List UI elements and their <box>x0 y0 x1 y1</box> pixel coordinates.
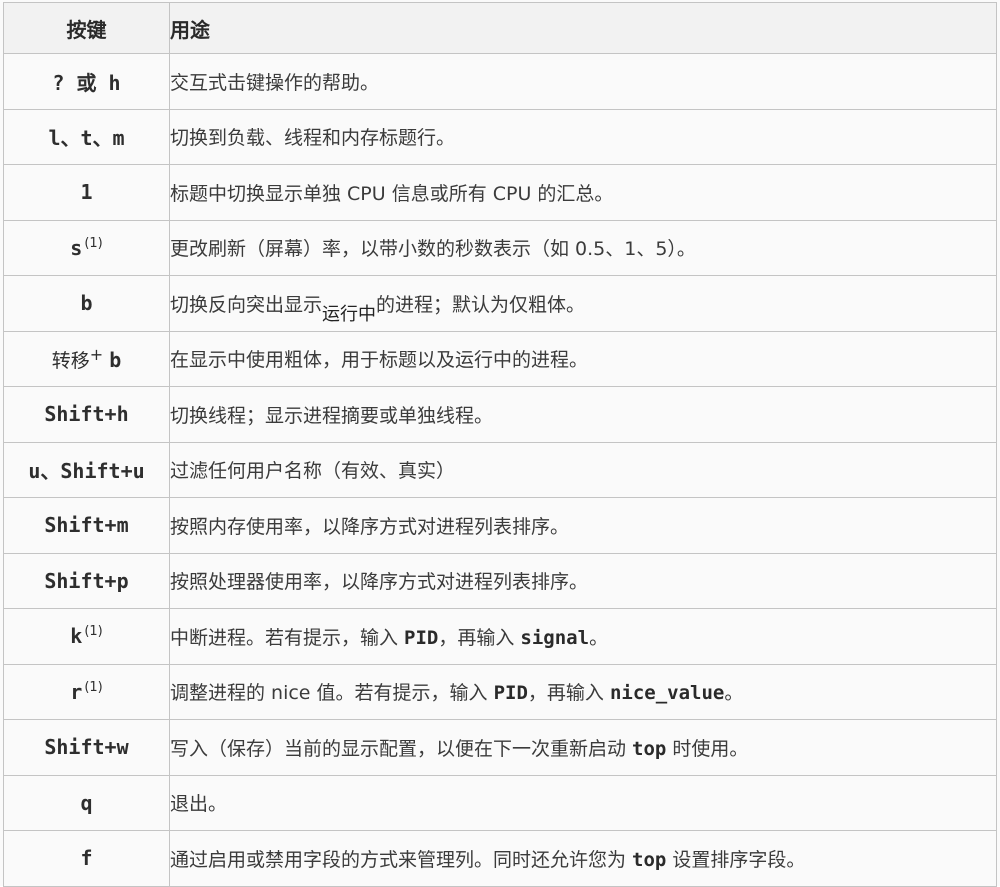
usage-cell: 更改刷新（屏幕）率，以带小数的秒数表示（如 0.5、1、5）。 <box>169 219 997 276</box>
usage-cell: 标题中切换显示单独 CPU 信息或所有 CPU 的汇总。 <box>169 164 997 221</box>
code-nice-value: nice_value <box>609 682 725 705</box>
key-text: u、Shift+u <box>28 459 145 484</box>
code-pid: PID <box>404 626 439 649</box>
key-text: Shift+m <box>44 513 129 538</box>
key-prefix: 转移 <box>51 349 90 372</box>
usage-cell: 切换到负载、线程和内存标题行。 <box>169 108 997 165</box>
table-row: Shift+p 按照处理器使用率，以降序方式对进程列表排序。 <box>3 552 997 609</box>
code-top: top <box>632 737 667 760</box>
usage-cell: 切换线程；显示进程摘要或单独线程。 <box>169 386 997 443</box>
key-cell: b <box>3 275 170 332</box>
table-row: ? 或 h 交互式击键操作的帮助。 <box>3 53 997 110</box>
usage-text: 。 <box>724 682 744 705</box>
header-key: 按键 <box>3 2 170 54</box>
key-text: q <box>80 790 93 815</box>
key-text: b <box>80 291 93 316</box>
key-cell: f <box>3 830 170 887</box>
key-text: r <box>70 679 83 704</box>
usage-cell: 切换反向突出显示运行中的进程；默认为仅粗体。 <box>169 275 997 332</box>
usage-cell: 写入（保存）当前的显示配置，以便在下一次重新启动 top 时使用。 <box>169 719 997 776</box>
usage-text: 调整进程的 nice 值。若有提示，输入 <box>170 682 494 705</box>
key-plus: + <box>89 344 104 364</box>
table-row: Shift+m 按照内存使用率，以降序方式对进程列表排序。 <box>3 497 997 554</box>
usage-text: 。 <box>589 626 609 649</box>
usage-text: ，再输入 <box>527 682 610 705</box>
usage-text: 写入（保存）当前的显示配置，以便在下一次重新启动 <box>170 737 633 760</box>
usage-text: 通过启用或禁用字段的方式来管理列。同时还允许您为 <box>170 848 633 871</box>
table-row: 转移+ b 在显示中使用粗体，用于标题以及运行中的进程。 <box>3 330 997 387</box>
key-cell: 1 <box>3 164 170 221</box>
usage-text: ，再输入 <box>438 626 521 649</box>
header-usage: 用途 <box>169 2 997 54</box>
key-cell: l、t、m <box>3 108 170 165</box>
table-row: r (1) 调整进程的 nice 值。若有提示，输入 PID，再输入 nice_v… <box>3 663 997 720</box>
usage-cell: 过滤任何用户名称（有效、真实） <box>169 441 997 498</box>
key-text: 1 <box>80 180 93 205</box>
usage-cell: 在显示中使用粗体，用于标题以及运行中的进程。 <box>169 330 997 387</box>
key-text: l、t、m <box>48 126 125 151</box>
key-cell: Shift+h <box>3 386 170 443</box>
usage-text: 中断进程。若有提示，输入 <box>170 626 405 649</box>
table-row: Shift+w 写入（保存）当前的显示配置，以便在下一次重新启动 top 时使用… <box>3 719 997 776</box>
key-cell: u、Shift+u <box>3 441 170 498</box>
table-header-row: 按键 用途 <box>3 2 997 54</box>
usage-cell: 调整进程的 nice 值。若有提示，输入 PID，再输入 nice_value。 <box>169 663 997 720</box>
usage-cell: 交互式击键操作的帮助。 <box>169 53 997 110</box>
footnote-marker: (1) <box>84 624 103 640</box>
usage-text: 设置排序字段。 <box>666 848 806 871</box>
footnote-marker: (1) <box>84 679 103 695</box>
key-cell: Shift+m <box>3 497 170 554</box>
usage-text: 切换反向突出显示 <box>170 293 323 316</box>
key-text: Shift+h <box>44 402 129 427</box>
usage-cell: 中断进程。若有提示，输入 PID，再输入 signal。 <box>169 608 997 665</box>
key-text: ? 或 h <box>52 70 121 95</box>
usage-cell: 按照处理器使用率，以降序方式对进程列表排序。 <box>169 552 997 609</box>
code-top: top <box>632 848 667 871</box>
key-cell: r (1) <box>3 663 170 720</box>
usage-cell: 退出。 <box>169 774 997 831</box>
table-row: s (1) 更改刷新（屏幕）率，以带小数的秒数表示（如 0.5、1、5）。 <box>3 219 997 276</box>
key-cell: q <box>3 774 170 831</box>
page: 按键 用途 ? 或 h 交互式击键操作的帮助。 l、t、m 切换到负载、线程和内… <box>0 0 1000 887</box>
keys-table: 按键 用途 ? 或 h 交互式击键操作的帮助。 l、t、m 切换到负载、线程和内… <box>3 2 997 887</box>
table-row: Shift+h 切换线程；显示进程摘要或单独线程。 <box>3 386 997 443</box>
usage-text: 的进程；默认为仅粗体。 <box>376 293 586 316</box>
table-row: f 通过启用或禁用字段的方式来管理列。同时还允许您为 top 设置排序字段。 <box>3 830 997 887</box>
key-cell: 转移+ b <box>3 330 170 387</box>
usage-text-running: 运行中 <box>322 303 377 325</box>
code-pid: PID <box>493 682 528 705</box>
key-cell: ? 或 h <box>3 53 170 110</box>
usage-text: 时使用。 <box>666 737 749 760</box>
key-text: s <box>70 235 83 260</box>
table-row: l、t、m 切换到负载、线程和内存标题行。 <box>3 108 997 165</box>
key-cell: s (1) <box>3 219 170 276</box>
key-text: Shift+w <box>44 735 129 760</box>
usage-cell: 按照内存使用率，以降序方式对进程列表排序。 <box>169 497 997 554</box>
key-text: b <box>109 347 122 372</box>
key-cell: k (1) <box>3 608 170 665</box>
key-text: f <box>80 846 93 871</box>
footnote-marker: (1) <box>84 235 103 251</box>
key-cell: Shift+p <box>3 552 170 609</box>
key-cell: Shift+w <box>3 719 170 776</box>
usage-cell: 通过启用或禁用字段的方式来管理列。同时还允许您为 top 设置排序字段。 <box>169 830 997 887</box>
code-signal: signal <box>520 626 590 649</box>
table-row: b 切换反向突出显示运行中的进程；默认为仅粗体。 <box>3 275 997 332</box>
table-row: u、Shift+u 过滤任何用户名称（有效、真实） <box>3 441 997 498</box>
key-text: Shift+p <box>44 568 129 593</box>
table-row: k (1) 中断进程。若有提示，输入 PID，再输入 signal。 <box>3 608 997 665</box>
key-text: k <box>70 624 83 649</box>
table-row: q 退出。 <box>3 774 997 831</box>
table-row: 1 标题中切换显示单独 CPU 信息或所有 CPU 的汇总。 <box>3 164 997 221</box>
